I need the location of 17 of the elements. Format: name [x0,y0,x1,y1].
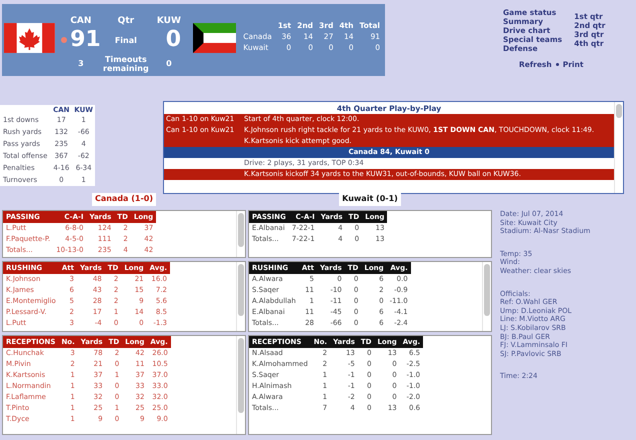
team-abbreviation: CAN [70,16,92,26]
separator-dot [556,63,559,66]
scrollbar[interactable] [236,262,245,331]
game-period: Final [114,36,137,44]
timeouts-count: 0 [166,59,172,68]
scrollbar[interactable] [236,336,245,434]
quarter-label: Qtr [118,16,134,26]
team-record: Kuwait (0-1) [339,193,401,206]
team-record: Canada (1-0) [92,193,156,206]
timeouts-count: 3 [78,59,84,68]
team-abbreviation: KUW [156,16,181,26]
team-score: 0 [166,28,182,52]
scrollbar[interactable] [236,211,245,257]
scrollbar[interactable] [482,262,491,331]
scrollbar[interactable] [614,102,623,193]
timeouts-label: Timeouts remaining [102,55,149,73]
team-score: 91 [70,28,101,52]
